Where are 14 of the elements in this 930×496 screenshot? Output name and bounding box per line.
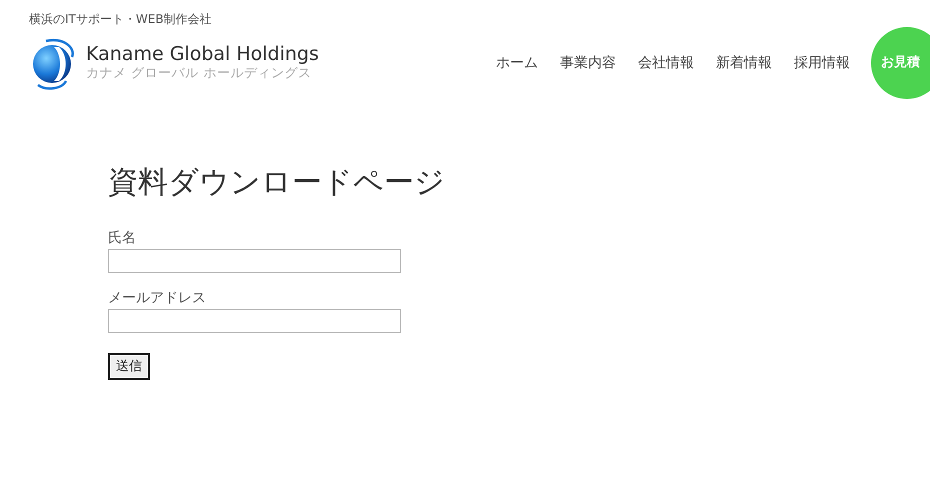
nav-link[interactable]: 採用情報: [794, 52, 850, 74]
input-field[interactable]: [108, 249, 401, 273]
submit-button[interactable]: 送信: [108, 353, 150, 380]
page-title: 資料ダウンロードページ: [108, 165, 446, 201]
logo-name: Kaname Global Holdings: [86, 43, 319, 65]
nav-link[interactable]: ホーム: [496, 52, 538, 74]
tagline: 横浜のITサポート・WEB制作会社: [29, 12, 212, 26]
nav-link[interactable]: 会社情報: [638, 52, 694, 74]
field-label: メールアドレス: [108, 289, 207, 307]
input-field[interactable]: [108, 309, 401, 333]
logo-kana: カナメ グローバル ホールディングス: [86, 65, 312, 83]
field-label: 氏名: [108, 229, 137, 247]
nav-link[interactable]: 事業内容: [560, 52, 616, 74]
nav-link[interactable]: 新着情報: [716, 52, 772, 74]
